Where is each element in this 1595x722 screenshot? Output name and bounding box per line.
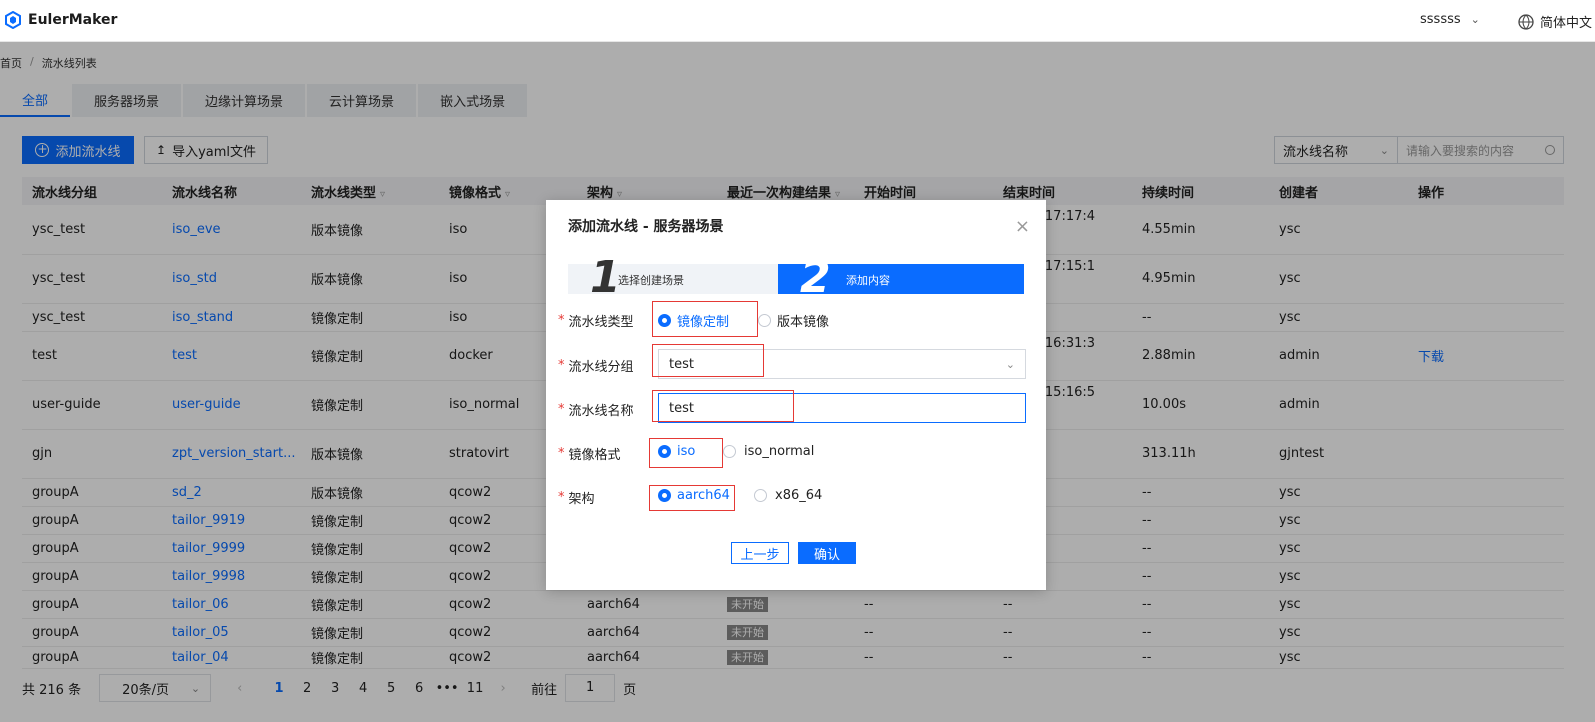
required-mark: * — [558, 446, 565, 461]
step-2: 2 添加内容 — [778, 252, 1024, 303]
radio-iso-normal[interactable]: iso_normal — [723, 444, 814, 459]
required-mark: * — [558, 490, 565, 505]
image-format-label: 镜像格式 — [568, 448, 621, 463]
language-label: 简体中文 — [1540, 16, 1593, 31]
chevron-down-icon: ⌄ — [1470, 13, 1480, 26]
highlight-box — [652, 344, 764, 377]
required-mark: * — [558, 402, 565, 417]
chevron-down-icon: ⌄ — [1005, 357, 1015, 371]
highlight-box — [652, 301, 758, 337]
step-2-label: 添加内容 — [846, 274, 890, 287]
language-switch[interactable]: 简体中文 — [1518, 12, 1592, 31]
highlight-box — [649, 485, 735, 511]
dialog-title: 添加流水线 - 服务器场景 — [568, 219, 724, 235]
arch-label: 架构 — [568, 492, 595, 507]
username: ssssss — [1420, 12, 1461, 27]
radio-x86-64-label: x86_64 — [775, 488, 823, 503]
radio-version-image-label: 版本镜像 — [777, 315, 830, 330]
add-pipeline-dialog: 添加流水线 - 服务器场景 × 1 选择创建场景 2 添加内容 * 流水线类型 … — [546, 200, 1046, 590]
required-mark: * — [558, 313, 565, 328]
field-image-format: * 镜像格式 — [558, 444, 621, 463]
globe-icon — [1518, 13, 1534, 30]
pipeline-name-label: 流水线名称 — [568, 404, 634, 419]
radio-unselected-icon — [723, 445, 736, 458]
step-1-number: 1 — [590, 252, 621, 303]
radio-x86-64[interactable]: x86_64 — [754, 488, 822, 503]
required-mark: * — [558, 358, 565, 373]
app-name: EulerMaker — [28, 12, 118, 28]
pipeline-type-label: 流水线类型 — [568, 315, 634, 330]
radio-unselected-icon — [758, 314, 771, 327]
app-logo[interactable]: EulerMaker — [4, 11, 117, 29]
radio-version-image[interactable]: 版本镜像 — [758, 311, 829, 330]
field-pipeline-type: * 流水线类型 — [558, 311, 634, 330]
top-bar — [0, 0, 1595, 42]
eulermaker-logo-icon — [5, 11, 21, 29]
step-2-number: 2 — [800, 252, 831, 303]
highlight-box — [649, 438, 723, 468]
step-1: 1 选择创建场景 — [568, 252, 778, 303]
field-arch: * 架构 — [558, 488, 595, 507]
field-pipeline-name: * 流水线名称 — [558, 400, 634, 419]
radio-iso-normal-label: iso_normal — [744, 444, 815, 459]
highlight-box — [652, 390, 794, 422]
user-menu[interactable]: ssssss ⌄ — [1420, 12, 1480, 27]
prev-step-button[interactable]: 上一步 — [731, 542, 789, 564]
step-1-label: 选择创建场景 — [618, 274, 684, 287]
confirm-button[interactable]: 确认 — [798, 542, 856, 564]
pipeline-group-label: 流水线分组 — [568, 360, 634, 375]
close-icon[interactable]: × — [1015, 216, 1030, 237]
radio-unselected-icon — [754, 489, 767, 502]
field-pipeline-group: * 流水线分组 — [558, 356, 634, 375]
